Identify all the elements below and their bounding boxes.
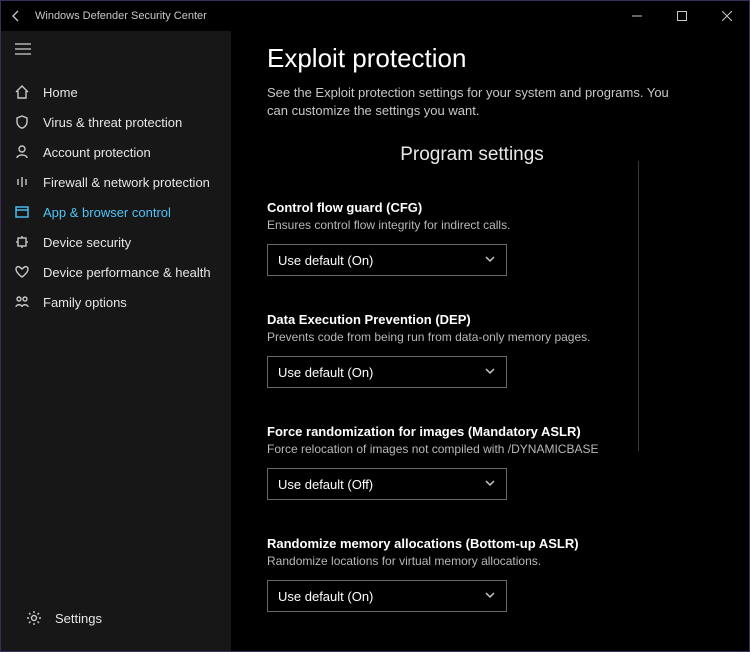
sidebar-item-performance[interactable]: Device performance & health: [1, 257, 231, 287]
setting-desc: Ensures control flow integrity for indir…: [267, 218, 729, 232]
chevron-down-icon: [484, 253, 496, 268]
minimize-button[interactable]: [614, 1, 659, 31]
heart-icon: [13, 264, 31, 280]
sidebar-item-device-security[interactable]: Device security: [1, 227, 231, 257]
setting-dep: Data Execution Prevention (DEP) Prevents…: [267, 312, 729, 388]
dropdown-value: Use default (On): [278, 253, 373, 268]
person-icon: [13, 144, 31, 160]
maximize-button[interactable]: [659, 1, 704, 31]
sidebar-item-label: Virus & threat protection: [43, 115, 182, 130]
sidebar-item-settings[interactable]: Settings: [13, 603, 231, 633]
shield-icon: [13, 114, 31, 130]
dropdown-value: Use default (Off): [278, 477, 373, 492]
dropdown-aslr-mandatory[interactable]: Use default (Off): [267, 468, 507, 500]
hamburger-button[interactable]: [1, 31, 231, 67]
sidebar-item-home[interactable]: Home: [1, 77, 231, 107]
sidebar-item-family[interactable]: Family options: [1, 287, 231, 317]
setting-desc: Prevents code from being run from data-o…: [267, 330, 729, 344]
chevron-down-icon: [484, 365, 496, 380]
setting-desc: Randomize locations for virtual memory a…: [267, 554, 729, 568]
chevron-down-icon: [484, 477, 496, 492]
sidebar-item-app-browser[interactable]: App & browser control: [1, 197, 231, 227]
setting-desc: Force relocation of images not compiled …: [267, 442, 729, 456]
setting-title: Randomize memory allocations (Bottom-up …: [267, 536, 729, 551]
sidebar-item-label: Firewall & network protection: [43, 175, 210, 190]
sidebar-item-label: App & browser control: [43, 205, 171, 220]
sidebar-item-label: Settings: [55, 611, 102, 626]
sidebar-item-virus[interactable]: Virus & threat protection: [1, 107, 231, 137]
app-icon: [13, 204, 31, 220]
page-subheading: Program settings: [267, 144, 677, 166]
dropdown-aslr-bottomup[interactable]: Use default (On): [267, 580, 507, 612]
setting-title: Control flow guard (CFG): [267, 200, 729, 215]
dropdown-cfg[interactable]: Use default (On): [267, 244, 507, 276]
family-icon: [13, 294, 31, 310]
sidebar-item-label: Device security: [43, 235, 131, 250]
chip-icon: [13, 234, 31, 250]
dropdown-dep[interactable]: Use default (On): [267, 356, 507, 388]
sidebar-item-account[interactable]: Account protection: [1, 137, 231, 167]
sidebar-item-label: Account protection: [43, 145, 151, 160]
sidebar-item-label: Device performance & health: [43, 265, 211, 280]
home-icon: [13, 84, 31, 100]
page-heading: Exploit protection: [267, 43, 729, 74]
sidebar-item-firewall[interactable]: Firewall & network protection: [1, 167, 231, 197]
dropdown-value: Use default (On): [278, 589, 373, 604]
setting-title: Force randomization for images (Mandator…: [267, 424, 729, 439]
setting-cfg: Control flow guard (CFG) Ensures control…: [267, 200, 729, 276]
sidebar-item-label: Home: [43, 85, 78, 100]
scrollbar[interactable]: [638, 161, 639, 451]
sidebar: Home Virus & threat protection Account p…: [1, 31, 231, 651]
back-button[interactable]: [1, 9, 31, 23]
setting-title: Data Execution Prevention (DEP): [267, 312, 729, 327]
content-pane: Exploit protection See the Exploit prote…: [231, 31, 749, 651]
network-icon: [13, 174, 31, 190]
dropdown-value: Use default (On): [278, 365, 373, 380]
chevron-down-icon: [484, 589, 496, 604]
setting-aslr-bottomup: Randomize memory allocations (Bottom-up …: [267, 536, 729, 612]
sidebar-item-label: Family options: [43, 295, 127, 310]
window-title: Windows Defender Security Center: [31, 10, 614, 22]
setting-aslr-mandatory: Force randomization for images (Mandator…: [267, 424, 729, 500]
close-button[interactable]: [704, 1, 749, 31]
titlebar: Windows Defender Security Center: [1, 1, 749, 31]
page-description: See the Exploit protection settings for …: [267, 84, 687, 120]
gear-icon: [25, 610, 43, 626]
